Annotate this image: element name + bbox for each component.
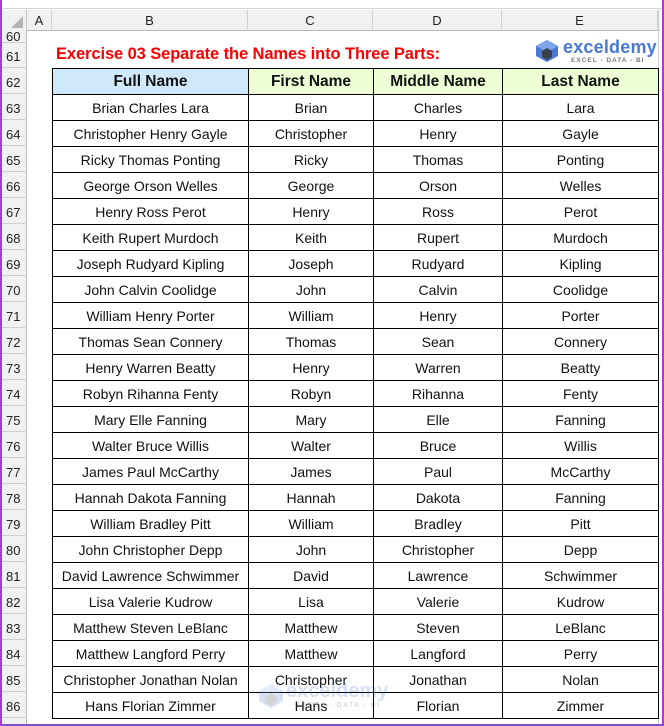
window-frame <box>0 0 664 726</box>
